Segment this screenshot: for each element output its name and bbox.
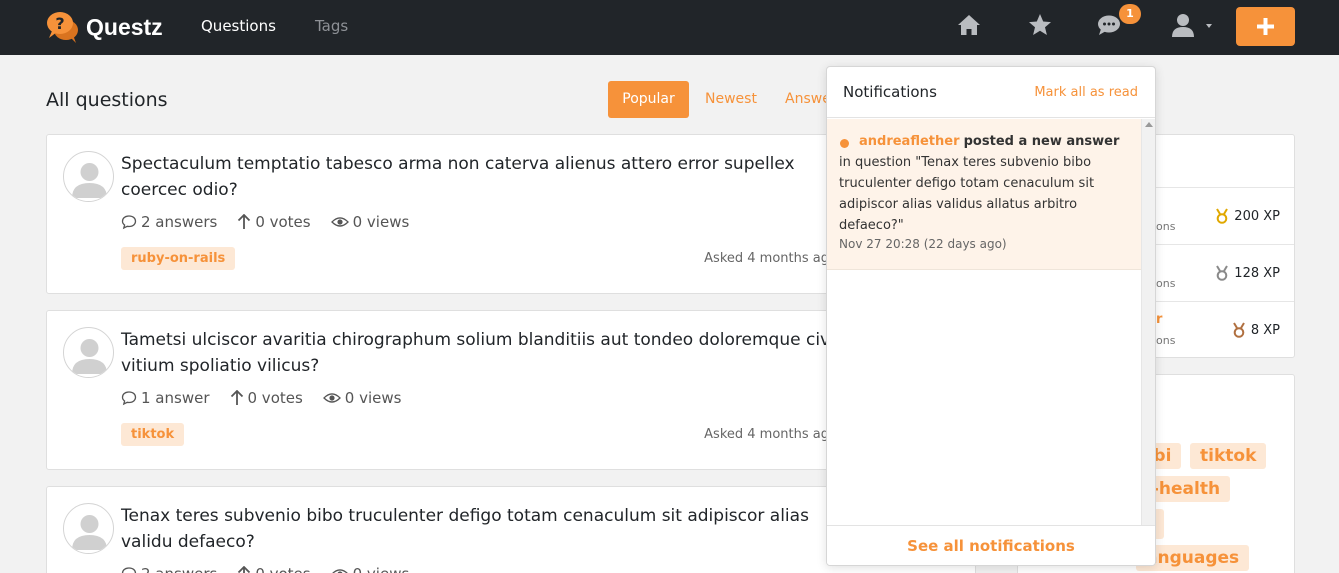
add-question-button[interactable]	[1236, 7, 1295, 46]
notification-time: Nov 27 20:28 (22 days ago)	[839, 237, 1007, 251]
nav-questions[interactable]: Questions	[201, 17, 276, 35]
arrow-up-icon	[238, 214, 251, 229]
eye-icon	[322, 393, 341, 403]
eye-icon	[330, 217, 349, 227]
logo-text: Questz	[86, 13, 163, 40]
notifications-list: andreaflether posted a new answer in que…	[827, 119, 1141, 525]
notifications-title: Notifications	[843, 83, 937, 101]
comment-icon	[121, 391, 137, 406]
notifications-footer: See all notifications	[827, 525, 1155, 565]
leader-xp-value: 128 XP	[1234, 265, 1280, 281]
see-all-notifications-link[interactable]: See all notifications	[907, 537, 1075, 555]
svg-text:?: ?	[55, 14, 64, 33]
question-title[interactable]: Spectaculum temptatio tabesco arma non c…	[121, 151, 861, 203]
avatar[interactable]	[63, 503, 114, 554]
asked-time: Asked 4 months ag	[704, 427, 829, 442]
notification-count-badge: 1	[1119, 4, 1141, 24]
notifications-dropdown: Notifications Mark all as read andreafle…	[826, 66, 1156, 566]
question-title[interactable]: Tametsi ulciscor avaritia chirographum s…	[121, 327, 861, 379]
asked-time: Asked 4 months ag	[704, 251, 829, 266]
medal-icon	[1216, 265, 1229, 281]
question-tag[interactable]: tiktok	[121, 423, 185, 446]
eye-icon	[331, 569, 348, 573]
question-tag[interactable]: ruby-on-rails	[121, 247, 236, 270]
chevron-down-icon	[1206, 24, 1212, 28]
popular-tag[interactable]: tiktok	[1190, 443, 1267, 469]
navbar: ? Questz Questions Tags 1	[0, 0, 1339, 55]
notification-item[interactable]: andreaflether posted a new answer in que…	[827, 119, 1141, 270]
comment-icon	[121, 567, 137, 573]
chat-icon[interactable]	[1096, 12, 1122, 42]
sort-answered-link[interactable]: Answe	[785, 91, 831, 107]
question-stats: 1 answer 0 votes 0 views	[121, 389, 401, 407]
leader-subtext: ons	[1156, 277, 1176, 290]
user-icon[interactable]	[1171, 13, 1215, 43]
logo[interactable]: ? Questz	[46, 10, 163, 44]
leader-xp: 200 XP	[1215, 208, 1280, 224]
leader-xp-value: 8 XP	[1250, 322, 1280, 338]
notification-detail: in question "Tenax teres subvenio bibo t…	[839, 155, 1095, 233]
medal-icon	[1232, 322, 1245, 338]
notification-user-link[interactable]: andreaflether	[859, 134, 959, 149]
votes-count: 0 votes	[255, 213, 311, 231]
arrow-up-icon	[238, 566, 251, 573]
home-icon[interactable]	[956, 12, 982, 42]
leader-xp: 8 XP	[1232, 322, 1280, 338]
comment-icon	[121, 215, 137, 230]
question-title[interactable]: Tenax teres subvenio bibo truculenter de…	[121, 503, 861, 555]
notification-action: posted a new answer	[963, 134, 1120, 149]
views-count: 0 views	[352, 213, 410, 231]
plus-icon	[1257, 18, 1274, 35]
medal-icon	[1216, 208, 1229, 224]
avatar[interactable]	[63, 151, 114, 202]
votes-count: 0 votes	[255, 565, 310, 573]
page-title: All questions	[46, 89, 168, 111]
notifications-scrollbar[interactable]	[1141, 119, 1155, 525]
views-count: 0 views	[344, 389, 402, 407]
sort-newest-link[interactable]: Newest	[705, 91, 757, 107]
answers-count: 2 answers	[141, 213, 218, 231]
notifications-header: Notifications Mark all as read	[827, 67, 1155, 118]
notification-text: andreaflether posted a new answer in que…	[839, 131, 1129, 236]
question-stats: 2 answers 0 votes 0 views	[121, 565, 409, 573]
arrow-up-icon	[230, 390, 243, 405]
mark-all-read-link[interactable]: Mark all as read	[1034, 85, 1138, 100]
sort-popular-button[interactable]: Popular	[608, 81, 689, 118]
star-icon[interactable]	[1027, 12, 1053, 42]
answers-count: 2 answers	[141, 565, 217, 573]
answers-count: 1 answer	[141, 389, 210, 407]
leader-xp-value: 200 XP	[1234, 208, 1280, 224]
logo-icon: ?	[46, 10, 80, 44]
leader-xp: 128 XP	[1215, 265, 1280, 281]
leader-name[interactable]: r	[1156, 312, 1162, 327]
nav-tags[interactable]: Tags	[315, 17, 348, 35]
votes-count: 0 votes	[247, 389, 303, 407]
avatar[interactable]	[63, 327, 114, 378]
scroll-up-icon[interactable]	[1145, 122, 1153, 127]
question-stats: 2 answers 0 votes 0 views	[121, 213, 409, 231]
leader-subtext: ons	[1156, 220, 1176, 233]
leader-subtext: ons	[1156, 334, 1176, 347]
views-count: 0 views	[353, 565, 410, 573]
